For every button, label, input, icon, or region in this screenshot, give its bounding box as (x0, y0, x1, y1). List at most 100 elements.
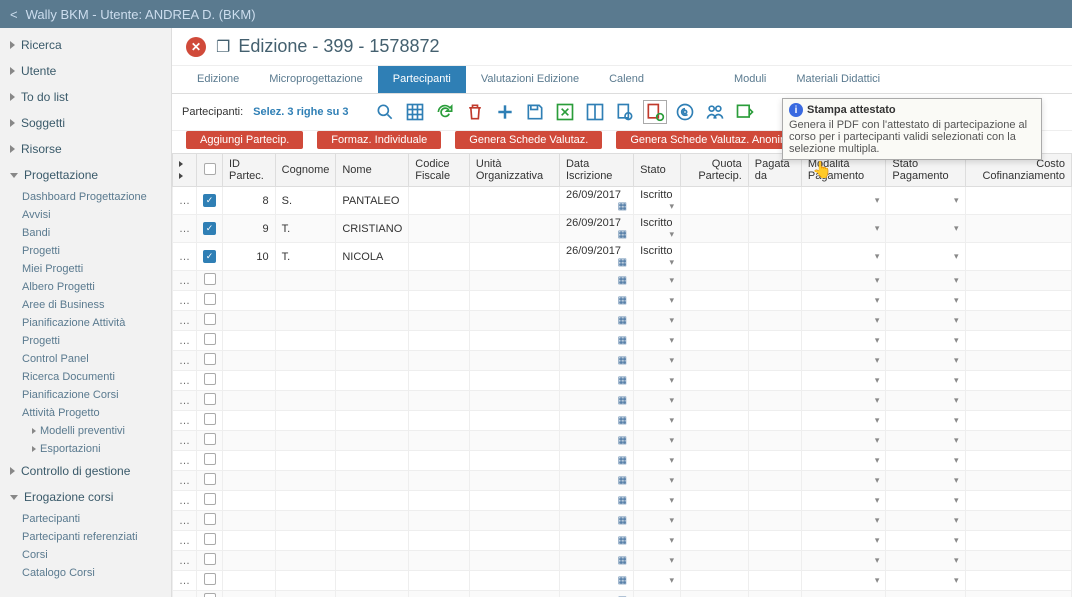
cell[interactable]: … (173, 511, 197, 531)
cell[interactable] (197, 571, 223, 591)
cell[interactable] (275, 591, 336, 597)
cell[interactable]: … (173, 291, 197, 311)
cell[interactable] (965, 471, 1071, 491)
cell[interactable] (223, 551, 276, 571)
cell[interactable] (275, 531, 336, 551)
sidebar-item[interactable]: To do list (0, 84, 171, 110)
cell[interactable] (336, 471, 409, 491)
close-icon[interactable]: ✕ (186, 37, 206, 57)
cell[interactable] (336, 391, 409, 411)
sidebar-sub-item[interactable]: Attività Progetto (0, 404, 171, 422)
print-attestato-icon[interactable] (643, 100, 667, 124)
cell[interactable]: … (173, 571, 197, 591)
cell[interactable]: ▾ (801, 551, 886, 571)
cell[interactable] (275, 371, 336, 391)
sidebar-sub-item[interactable]: Corsi (0, 546, 171, 564)
cell[interactable] (197, 331, 223, 351)
cell[interactable]: ▾ (801, 411, 886, 431)
cell[interactable] (275, 431, 336, 451)
cell[interactable]: … (173, 431, 197, 451)
cell[interactable] (197, 451, 223, 471)
cell[interactable] (197, 591, 223, 597)
cell[interactable] (197, 531, 223, 551)
cell[interactable] (469, 371, 559, 391)
cell[interactable] (965, 243, 1071, 271)
cell[interactable] (409, 243, 470, 271)
sidebar-section-erogazione[interactable]: Erogazione corsi (0, 484, 171, 510)
cell[interactable] (748, 271, 801, 291)
cell[interactable]: ▾ (634, 331, 681, 351)
sidebar-sub-item[interactable]: Control Panel (0, 350, 171, 368)
cell[interactable]: ✓ (197, 243, 223, 271)
cell[interactable]: ▾ (801, 215, 886, 243)
column-header[interactable]: Quota Partecip. (681, 154, 749, 187)
cell[interactable]: … (173, 215, 197, 243)
cell[interactable] (275, 551, 336, 571)
sidebar-item[interactable]: Risorse (0, 136, 171, 162)
cell[interactable]: ▾ (886, 591, 965, 597)
cell[interactable]: … (173, 471, 197, 491)
cell[interactable] (748, 571, 801, 591)
cell[interactable] (275, 491, 336, 511)
export-excel-icon[interactable] (553, 100, 577, 124)
cell[interactable]: ▾ (634, 571, 681, 591)
cell[interactable] (409, 431, 470, 451)
cell[interactable] (275, 331, 336, 351)
sidebar-sub-item[interactable]: Partecipanti referenziati (0, 528, 171, 546)
cell[interactable] (223, 471, 276, 491)
tab[interactable]: Calend (594, 66, 659, 93)
cell[interactable]: ▦ (559, 391, 633, 411)
cell[interactable] (197, 351, 223, 371)
table-row[interactable]: …▦▾▾▾ (173, 491, 1072, 511)
cell[interactable] (275, 291, 336, 311)
cell[interactable]: ▾ (801, 331, 886, 351)
column-header[interactable]: Data Iscrizione (559, 154, 633, 187)
cell[interactable] (409, 571, 470, 591)
action-button[interactable]: Aggiungi Partecip. (186, 131, 303, 149)
action-button[interactable]: Genera Schede Valutaz. (455, 131, 602, 149)
column-header[interactable]: Cognome (275, 154, 336, 187)
cell[interactable] (748, 187, 801, 215)
cell[interactable]: ▦ (559, 371, 633, 391)
tab[interactable]: Partecipanti (378, 66, 466, 93)
sidebar-sub-item[interactable]: Ricerca Documenti (0, 368, 171, 386)
cell[interactable]: ▦ (559, 311, 633, 331)
table-row[interactable]: …▦▾▾▾ (173, 451, 1072, 471)
cell[interactable] (409, 371, 470, 391)
cell[interactable] (336, 511, 409, 531)
cell[interactable]: ▾ (634, 431, 681, 451)
cell[interactable]: ▾ (634, 531, 681, 551)
cell[interactable]: ▾ (886, 271, 965, 291)
cell[interactable]: ▾ (634, 511, 681, 531)
cell[interactable]: ▾ (801, 271, 886, 291)
cell[interactable] (469, 511, 559, 531)
cell[interactable] (223, 371, 276, 391)
cell[interactable]: … (173, 351, 197, 371)
search-icon[interactable] (373, 100, 397, 124)
cell[interactable] (409, 311, 470, 331)
cell[interactable]: … (173, 187, 197, 215)
cell[interactable] (469, 591, 559, 597)
cell[interactable] (223, 591, 276, 597)
cell[interactable]: ▾ (801, 291, 886, 311)
cell[interactable]: ▦ (559, 531, 633, 551)
cell[interactable]: ▾ (886, 531, 965, 551)
cell[interactable]: ▾ (634, 491, 681, 511)
column-header[interactable]: Stato (634, 154, 681, 187)
preview-icon[interactable] (613, 100, 637, 124)
cell[interactable]: ▾ (801, 431, 886, 451)
cell[interactable]: … (173, 271, 197, 291)
cell[interactable] (336, 491, 409, 511)
cell[interactable] (965, 451, 1071, 471)
cell[interactable] (748, 511, 801, 531)
cell[interactable]: ▾ (634, 311, 681, 331)
cell[interactable] (336, 331, 409, 351)
cell[interactable] (469, 331, 559, 351)
cell[interactable] (409, 271, 470, 291)
cell[interactable] (681, 411, 749, 431)
cell[interactable] (223, 311, 276, 331)
cell[interactable] (409, 187, 470, 215)
cell[interactable] (275, 311, 336, 331)
delete-icon[interactable] (463, 100, 487, 124)
save-icon[interactable] (523, 100, 547, 124)
